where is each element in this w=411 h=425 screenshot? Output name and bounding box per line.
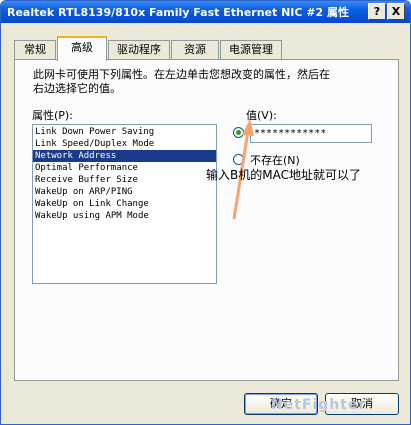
annotation-arrow	[232, 119, 254, 220]
arrow-head	[242, 119, 254, 136]
annotation-text: 输入B机的MAC地址就可以了	[206, 168, 361, 182]
watermark: NetFighter	[271, 397, 367, 413]
properties-dialog: Realtek RTL8139/810x Family Fast Etherne…	[0, 0, 411, 425]
